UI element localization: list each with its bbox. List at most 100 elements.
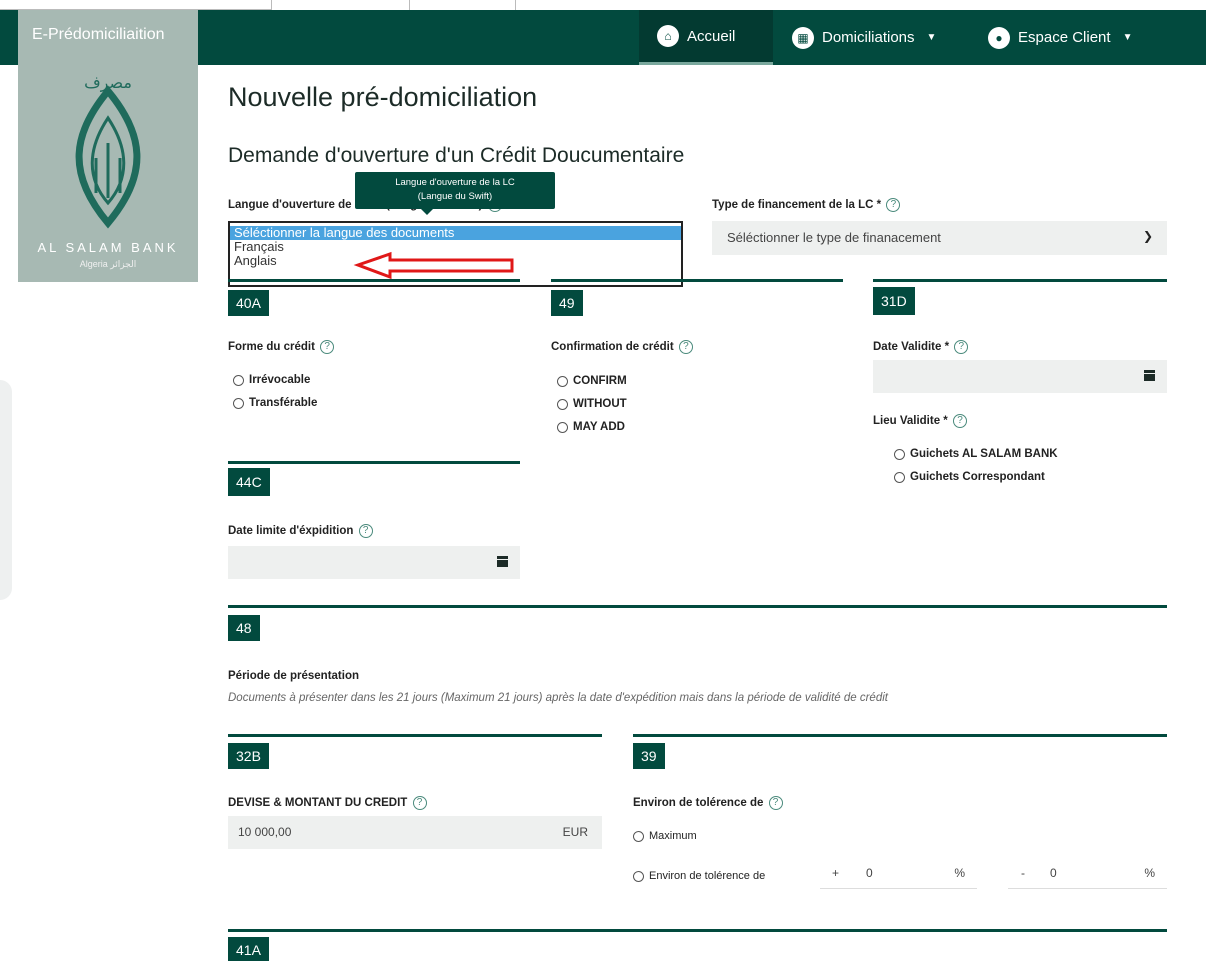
user-icon: ● [988, 26, 1010, 49]
langue-option-placeholder[interactable]: Séléctionner la langue des documents [230, 226, 681, 240]
browser-tab[interactable] [410, 0, 516, 10]
bank-logo: مصرف AL SALAM BANK Algeria الجزائر [18, 63, 198, 282]
financement-select[interactable]: Séléctionner le type de finanacement ❯ [712, 221, 1167, 255]
radio-label: Guichets AL SALAM BANK [910, 448, 1058, 460]
montant-input[interactable]: 10 000,00 EUR [228, 816, 602, 849]
radio-label: Maximum [649, 830, 697, 842]
help-icon[interactable]: ? [954, 340, 969, 354]
section-divider [228, 734, 602, 737]
chevron-down-icon: ▼ [1122, 32, 1133, 43]
radio-circle[interactable] [633, 870, 644, 882]
chevron-down-icon: ▼ [926, 32, 937, 43]
montant-value: 10 000,00 [238, 825, 292, 839]
section-badge-49: 49 [551, 290, 583, 316]
section-badge-40a: 40A [228, 290, 269, 316]
section-divider [873, 279, 1167, 282]
radio-label: Guichets Correspondant [910, 471, 1045, 483]
section-divider [551, 279, 843, 282]
radio-irrevocable[interactable]: Irrévocable [233, 374, 310, 386]
help-icon[interactable]: ? [412, 796, 427, 810]
radio-circle[interactable] [557, 421, 568, 433]
radio-without[interactable]: WITHOUT [557, 398, 627, 410]
radio-label: WITHOUT [573, 398, 627, 410]
financement-label-text: Type de financement de la LC * [712, 199, 882, 212]
section-badge-44c: 44C [228, 468, 270, 496]
brand-title[interactable]: E-Prédomiciliaition [18, 10, 198, 63]
radio-confirm[interactable]: CONFIRM [557, 375, 627, 387]
expedition-label-text: Date limite d'éxpidition [228, 525, 354, 538]
tolerance-label-text: Environ de tolérence de [633, 797, 764, 810]
section-badge-41a: 41A [228, 937, 269, 961]
calendar-icon[interactable] [1144, 370, 1155, 381]
radio-circle[interactable] [557, 375, 568, 387]
lieu-validite-label: Lieu Validite * ? [873, 414, 967, 428]
section-badge-48: 48 [228, 615, 260, 641]
nav-espace-client[interactable]: ● Espace Client ▼ [988, 10, 1132, 65]
radio-guichets-alsalam[interactable]: Guichets AL SALAM BANK [894, 448, 1058, 460]
montant-label: DEVISE & MONTANT DU CREDIT ? [228, 796, 427, 810]
radio-circle[interactable] [894, 448, 905, 460]
radio-label: MAY ADD [573, 421, 625, 433]
radio-transferable[interactable]: Transférable [233, 397, 317, 409]
logo-bank-name: AL SALAM BANK [37, 240, 179, 255]
help-icon[interactable]: ? [678, 340, 693, 354]
home-icon: ⌂ [657, 25, 679, 47]
section-divider [228, 929, 1167, 932]
radio-label: Environ de tolérence de [649, 870, 766, 882]
section-title: Demande d'ouverture d'un Crédit Doucumen… [228, 144, 685, 167]
confirmation-label-text: Confirmation de crédit [551, 341, 674, 354]
browser-tab-strip [0, 0, 1206, 10]
help-icon[interactable]: ? [886, 198, 901, 212]
browser-tab[interactable] [272, 0, 410, 10]
tooltip-line-1: Langue d'ouverture de la LC [395, 177, 515, 188]
tolerance-plus-input[interactable]: + 0 % [820, 856, 977, 889]
percent-sign: % [954, 866, 965, 880]
radio-label: CONFIRM [573, 375, 627, 387]
nav-client-label: Espace Client [1018, 29, 1111, 46]
radio-may-add[interactable]: MAY ADD [557, 421, 625, 433]
help-icon[interactable]: ? [768, 796, 783, 810]
section-divider [228, 461, 520, 464]
logo-country: Algeria الجزائر [79, 259, 137, 269]
annotation-arrow-icon [353, 251, 514, 280]
periode-title: Période de présentation [228, 670, 360, 682]
help-icon[interactable]: ? [320, 340, 335, 354]
browser-tab[interactable] [0, 0, 272, 10]
logo-arabic: مصرف [84, 75, 132, 92]
chevron-down-icon: ❯ [1142, 229, 1153, 243]
confirmation-label: Confirmation de crédit ? [551, 340, 693, 354]
tolerance-plus-sign: + [832, 866, 840, 880]
decorative-shape [0, 380, 12, 600]
tolerance-minus-sign: - [1021, 866, 1025, 880]
radio-maximum[interactable]: Maximum [633, 830, 697, 842]
tolerance-label: Environ de tolérence de ? [633, 796, 783, 810]
calendar-icon[interactable] [497, 556, 508, 567]
building-icon: ▦ [792, 26, 814, 49]
section-divider [228, 605, 1167, 608]
radio-guichets-correspondant[interactable]: Guichets Correspondant [894, 471, 1045, 483]
tolerance-minus-input[interactable]: - 0 % [1008, 856, 1167, 889]
radio-tolerance[interactable]: Environ de tolérence de [633, 870, 765, 882]
radio-circle[interactable] [633, 830, 644, 842]
date-validite-input[interactable] [873, 360, 1167, 393]
forme-label: Forme du crédit ? [228, 340, 335, 354]
help-icon[interactable]: ? [952, 414, 967, 428]
section-divider [228, 279, 520, 282]
montant-currency: EUR [562, 825, 588, 839]
radio-label: Transférable [249, 397, 318, 409]
page-title: Nouvelle pré-domiciliation [228, 82, 538, 112]
radio-circle[interactable] [233, 374, 244, 386]
date-expedition-input[interactable] [228, 546, 520, 579]
nav-accueil[interactable]: ⌂ Accueil [639, 10, 773, 65]
help-icon[interactable]: ? [358, 524, 373, 538]
radio-circle[interactable] [557, 398, 568, 410]
financement-label: Type de financement de la LC * ? [712, 198, 901, 212]
periode-text: Documents à présenter dans les 21 jours … [228, 692, 888, 704]
tolerance-minus-value: 0 [1050, 866, 1057, 880]
financement-placeholder: Séléctionner le type de finanacement [727, 230, 941, 245]
radio-circle[interactable] [233, 397, 244, 409]
nav-domiciliations[interactable]: ▦ Domiciliations ▼ [792, 10, 936, 65]
radio-circle[interactable] [894, 471, 905, 483]
section-badge-32b: 32B [228, 743, 269, 769]
section-badge-31d: 31D [873, 287, 915, 315]
